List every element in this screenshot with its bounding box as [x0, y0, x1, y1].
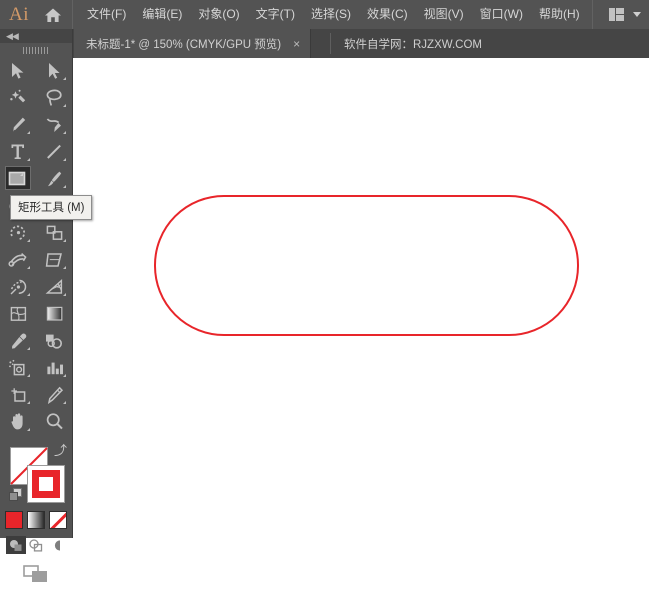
canvas-svg — [154, 195, 579, 336]
tools-panel-header[interactable]: ◀◀ — [0, 29, 72, 43]
menu-window[interactable]: 窗口(W) — [472, 0, 531, 29]
tab-divider — [330, 33, 331, 54]
zoom-tool[interactable] — [36, 408, 72, 435]
draw-inside-button[interactable] — [46, 536, 66, 554]
draw-normal-button[interactable] — [6, 536, 26, 554]
menu-edit[interactable]: 编辑(E) — [134, 0, 190, 29]
default-fill-stroke-icon[interactable] — [9, 488, 23, 502]
app-logo: Ai — [9, 4, 29, 25]
menu-help[interactable]: 帮助(H) — [531, 0, 588, 29]
tab-untitled-1[interactable]: 未标题-1* @ 150% (CMYK/GPU 预览) × — [74, 29, 312, 58]
type-tool[interactable] — [0, 138, 36, 165]
menu-items: 文件(F) 编辑(E) 对象(O) 文字(T) 选择(S) 效果(C) 视图(V… — [79, 0, 588, 29]
eyedropper-tool[interactable] — [0, 327, 36, 354]
tab-title: 未标题-1* @ 150% (CMYK/GPU 预览) — [86, 38, 282, 51]
screen-mode-button[interactable] — [23, 564, 49, 589]
rectangle-tool[interactable] — [0, 165, 36, 192]
slice-tool[interactable] — [36, 381, 72, 408]
paint-mode-row — [0, 511, 72, 529]
pen-tool[interactable] — [0, 111, 36, 138]
curvature-tool[interactable] — [36, 111, 72, 138]
hand-tool[interactable] — [0, 408, 36, 435]
workspace-switcher[interactable] — [599, 0, 649, 29]
tool-grid — [0, 57, 72, 435]
close-icon[interactable]: × — [293, 38, 300, 50]
menubar-right-group — [588, 0, 649, 29]
column-graph-tool[interactable] — [36, 354, 72, 381]
direct-selection-tool[interactable] — [36, 57, 72, 84]
menu-bar: Ai 文件(F) 编辑(E) 对象(O) 文字(T) 选择(S) 效果(C) 视… — [0, 0, 649, 29]
menu-select[interactable]: 选择(S) — [303, 0, 359, 29]
gradient-mode-button[interactable] — [27, 511, 45, 529]
workspace-layout-icon — [609, 8, 624, 21]
menu-object[interactable]: 对象(O) — [190, 0, 247, 29]
color-mode-button[interactable] — [5, 511, 23, 529]
artboard-tool[interactable] — [0, 381, 36, 408]
panel-drag-grip[interactable] — [0, 43, 72, 57]
perspective-grid-tool[interactable] — [36, 273, 72, 300]
scale-tool[interactable] — [36, 219, 72, 246]
menu-view[interactable]: 视图(V) — [416, 0, 472, 29]
blend-tool[interactable] — [36, 327, 72, 354]
stroke-ring — [32, 470, 60, 498]
tools-panel: ◀◀ ⤴ — [0, 29, 73, 582]
document-tab-bar: 未标题-1* @ 150% (CMYK/GPU 预览) × 软件自学网：RJZX… — [0, 29, 649, 58]
artboard-canvas[interactable] — [73, 58, 649, 538]
menu-file[interactable]: 文件(F) — [79, 0, 134, 29]
magic-wand-tool[interactable] — [0, 84, 36, 111]
rotate-tool[interactable] — [0, 219, 36, 246]
color-controls: ⤴ — [0, 444, 72, 506]
selection-tool[interactable] — [0, 57, 36, 84]
collapse-panel-icon[interactable]: ◀◀ — [6, 31, 19, 41]
free-transform-tool[interactable] — [36, 246, 72, 273]
draw-behind-button[interactable] — [26, 536, 46, 554]
symbol-sprayer-tool[interactable] — [0, 354, 36, 381]
menubar-right-divider — [592, 0, 593, 29]
shape-builder-tool[interactable] — [0, 273, 36, 300]
screen-mode-row — [0, 564, 72, 589]
tab-watermark[interactable]: 软件自学网：RJZXW.COM — [332, 29, 492, 58]
gradient-tool[interactable] — [36, 300, 72, 327]
tab-title-secondary: 软件自学网：RJZXW.COM — [344, 38, 482, 51]
paintbrush-tool[interactable] — [36, 165, 72, 192]
menu-type[interactable]: 文字(T) — [248, 0, 303, 29]
draw-mode-row — [0, 536, 72, 554]
line-segment-tool[interactable] — [36, 138, 72, 165]
swap-fill-stroke-icon[interactable]: ⤴ — [54, 444, 67, 457]
lasso-tool[interactable] — [36, 84, 72, 111]
rounded-rectangle-shape[interactable] — [154, 195, 579, 336]
default-front-square — [9, 492, 18, 501]
menu-divider — [72, 0, 73, 29]
chevron-down-icon — [633, 12, 641, 17]
tool-tooltip: 矩形工具 (M) — [10, 195, 93, 220]
menu-effect[interactable]: 效果(C) — [359, 0, 416, 29]
width-tool[interactable] — [0, 246, 36, 273]
stroke-swatch[interactable] — [27, 465, 65, 503]
illustrator-window: Ai 文件(F) 编辑(E) 对象(O) 文字(T) 选择(S) 效果(C) 视… — [0, 0, 649, 582]
mesh-tool[interactable] — [0, 300, 36, 327]
home-icon[interactable] — [38, 7, 68, 23]
none-mode-button[interactable] — [49, 511, 67, 529]
